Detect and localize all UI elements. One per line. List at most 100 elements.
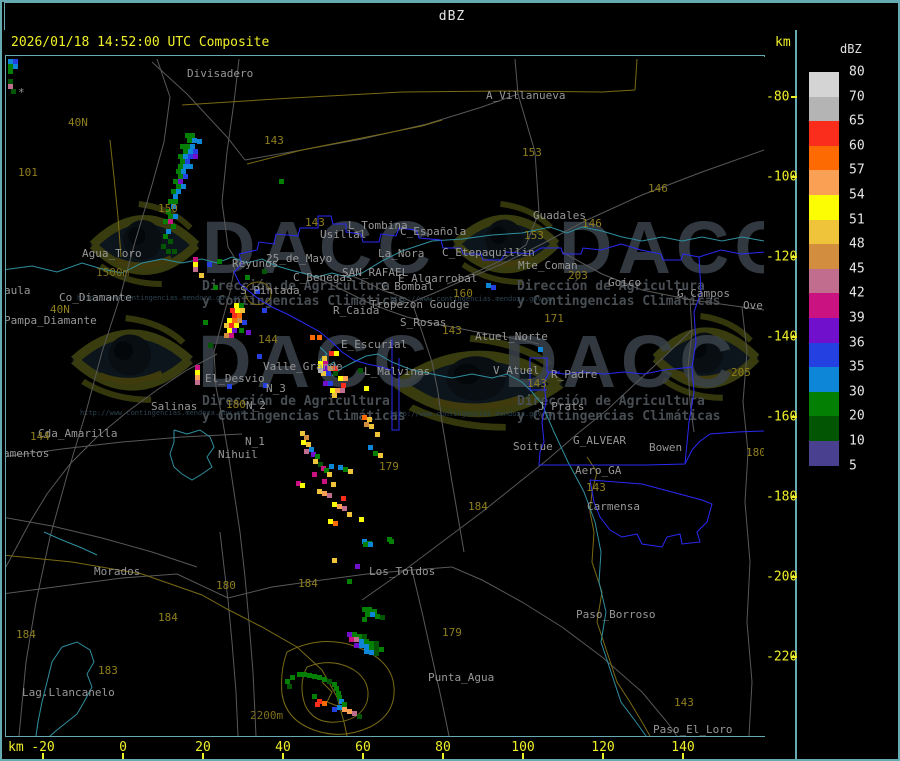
radar-app-window: dBZ 2026/01/18 14:52:00 UTC Composite km…	[0, 0, 900, 761]
legend-value: 10	[849, 433, 865, 449]
place-label: Reyunos	[232, 257, 279, 270]
place-label: C_Española	[400, 225, 467, 238]
place-label: N_1	[245, 435, 265, 448]
place-label: Guadales	[533, 209, 586, 222]
place-label: Soitue	[513, 440, 553, 453]
legend-value: 51	[849, 212, 865, 228]
legend-value: 36	[849, 335, 865, 351]
legend-swatch	[809, 441, 839, 467]
place-label: Ovejeria	[743, 299, 764, 312]
legend-value: 48	[849, 236, 865, 252]
legend-swatch	[809, 391, 839, 417]
route-label: 40N	[68, 116, 88, 129]
legend-swatch	[809, 170, 839, 196]
place-label: El_Desvio	[205, 372, 265, 385]
bottom-axis-tick	[682, 753, 684, 759]
route-label: 101	[18, 166, 38, 179]
bottom-axis-tick	[442, 753, 444, 759]
place-label: G_Campos	[677, 287, 730, 300]
place-label: S_Rosas	[400, 316, 447, 329]
legend-swatch	[809, 318, 839, 344]
route-label: 203	[568, 269, 588, 282]
place-label: Atuel_Norte	[475, 330, 548, 343]
legend-value: 20	[849, 408, 865, 424]
place-label: Morados	[94, 565, 141, 578]
legend-swatch	[809, 293, 839, 319]
place-label: A_Villanueva	[486, 89, 566, 102]
place-label: amentos	[5, 447, 50, 460]
place-label: N_3	[266, 382, 286, 395]
route-label: 179	[442, 626, 462, 639]
bottom-axis-tick	[522, 753, 524, 759]
place-label: Goico	[608, 276, 642, 289]
place-label: C_Bombal	[381, 280, 434, 293]
bottom-axis: km -20 0 20 40 60 80 100 120 140	[2, 737, 762, 759]
legend-value: 54	[849, 187, 865, 203]
place-label: R_Caida	[333, 304, 380, 317]
legend-title: dBZ	[840, 42, 862, 56]
route-label: 153	[524, 229, 544, 242]
route-label: 143	[305, 216, 325, 229]
title-bar: dBZ	[4, 2, 898, 31]
bottom-axis-tick	[42, 753, 44, 759]
route-label: 179	[379, 460, 399, 473]
place-label: V_Atuel	[493, 364, 540, 377]
legend-value: 65	[849, 113, 865, 129]
place-label: Divisadero	[187, 67, 254, 80]
place-label: C_Etepaquillin	[442, 246, 535, 259]
legend-value: 42	[849, 285, 865, 301]
route-label: 184	[468, 500, 488, 513]
place-label: Nihuil	[218, 448, 258, 461]
place-label: Salinas	[151, 400, 198, 413]
place-label: Bowen	[649, 441, 683, 454]
place-label: Valle_Grande	[263, 360, 343, 373]
legend-swatch	[809, 268, 839, 294]
legend-swatch	[809, 416, 839, 442]
place-label: aula	[5, 284, 31, 297]
place-label: G_ALVEAR	[573, 434, 626, 447]
legend-swatch	[809, 96, 839, 122]
place-label: Los_Toldos	[369, 565, 436, 578]
place-label: J_Prats	[538, 400, 585, 413]
route-label: 144	[30, 430, 50, 443]
route-label: 205	[731, 366, 751, 379]
legend-swatch	[809, 195, 839, 221]
route-label: 40N	[50, 303, 70, 316]
place-label: E_Escurial	[341, 338, 408, 351]
legend-value: 35	[849, 359, 865, 375]
legend-value: 5	[849, 458, 857, 474]
bottom-axis-unit: km	[8, 740, 24, 755]
place-label: Carmensa	[587, 500, 640, 513]
elevation-label: 2200m	[250, 709, 284, 722]
place-label: Paso_Borroso	[576, 608, 656, 621]
legend-value: 30	[849, 384, 865, 400]
legend-swatch	[809, 342, 839, 368]
legend-swatch	[809, 72, 839, 98]
page-title: dBZ	[438, 9, 466, 24]
elevation-label: 1500m	[96, 266, 130, 279]
place-label: L_Malvinas	[364, 365, 431, 378]
route-label: 184	[158, 611, 178, 624]
place-label: N_2	[246, 399, 266, 412]
legend-swatch	[809, 145, 839, 171]
bottom-axis-tick	[282, 753, 284, 759]
legend-value: 39	[849, 310, 865, 326]
legend-panel: dBZ 80 70 65 60 57 54 51 48 45 42 39 36 35 30 20 10 5	[797, 30, 898, 759]
legend-value: 45	[849, 261, 865, 277]
route-label: 150	[158, 202, 178, 215]
route-label: 180	[746, 446, 765, 459]
legend-value: 70	[849, 89, 865, 105]
label-layer: Divisadero A_Villanueva * Agua_Toro Co_Diama…	[5, 56, 765, 736]
place-label: C_Benegas	[293, 271, 353, 284]
route-label: 146	[648, 182, 668, 195]
legend-value: 60	[849, 138, 865, 154]
route-label: 143	[586, 481, 606, 494]
route-label: 143	[674, 696, 694, 709]
right-axis: -80 -100 -120 -140 -160 -180 -200 -220	[764, 57, 798, 736]
route-label: 160	[453, 287, 473, 300]
place-label: *	[18, 86, 25, 99]
route-label: 143	[264, 134, 284, 147]
legend-swatch	[809, 244, 839, 270]
radar-map: DACCDACCDACCDACCDirección de Agricultura…	[5, 55, 765, 737]
bottom-axis-tick	[362, 753, 364, 759]
